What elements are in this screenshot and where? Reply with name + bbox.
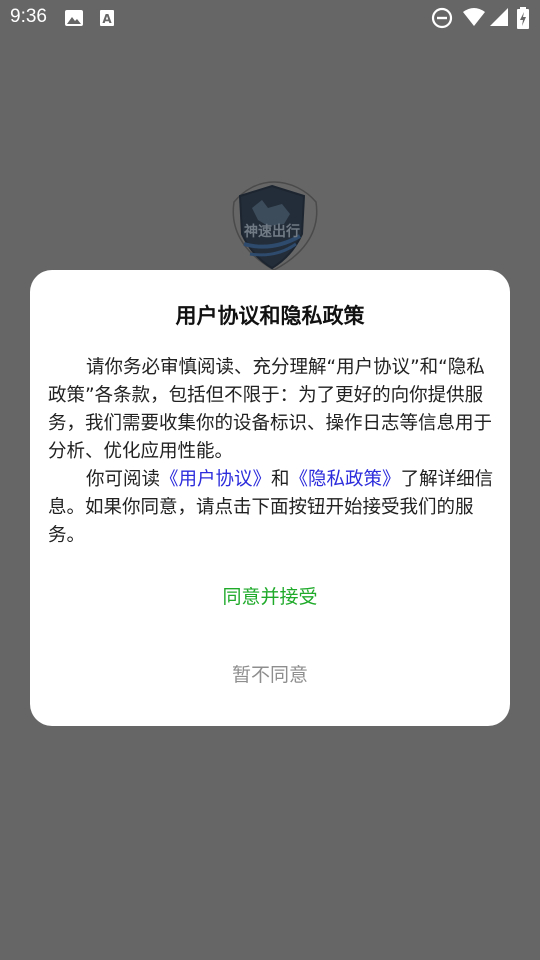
dialog-body: 请你务必审慎阅读、充分理解“用户协议”和“隐私政策”各条款，包括但不限于：为了更… xyxy=(48,354,494,550)
app-logo: 神速出行 xyxy=(232,181,318,271)
svg-text:A: A xyxy=(102,12,112,26)
status-time: 9:36 xyxy=(10,6,47,27)
agree-button[interactable]: 同意并接受 xyxy=(30,582,510,614)
battery-charging-icon xyxy=(517,7,529,29)
paragraph-2-and: 和 xyxy=(271,469,290,490)
signal-icon xyxy=(490,8,508,26)
dialog-paragraph-1: 请你务必审慎阅读、充分理解“用户协议”和“隐私政策”各条款，包括但不限于：为了更… xyxy=(48,357,493,462)
privacy-policy-link[interactable]: 《隐私政策》 xyxy=(290,469,401,490)
user-agreement-link[interactable]: 《用户协议》 xyxy=(160,469,271,490)
privacy-dialog: 用户协议和隐私政策 请你务必审慎阅读、充分理解“用户协议”和“隐私政策”各条款，… xyxy=(30,270,510,726)
paragraph-2-prefix: 你可阅读 xyxy=(86,469,161,490)
dialog-paragraph-2: 你可阅读《用户协议》和《隐私政策》了解详细信息。如果你同意，请点击下面按钮开始接… xyxy=(48,466,494,550)
image-icon xyxy=(65,10,83,26)
dialog-title: 用户协议和隐私政策 xyxy=(175,304,365,328)
decline-button[interactable]: 暂不同意 xyxy=(30,660,510,692)
wifi-icon xyxy=(463,8,485,26)
text-a-icon: A xyxy=(100,10,114,26)
do-not-disturb-icon xyxy=(431,7,453,29)
status-bar: 9:36 A xyxy=(0,0,540,36)
app-logo-text: 神速出行 xyxy=(244,223,300,240)
